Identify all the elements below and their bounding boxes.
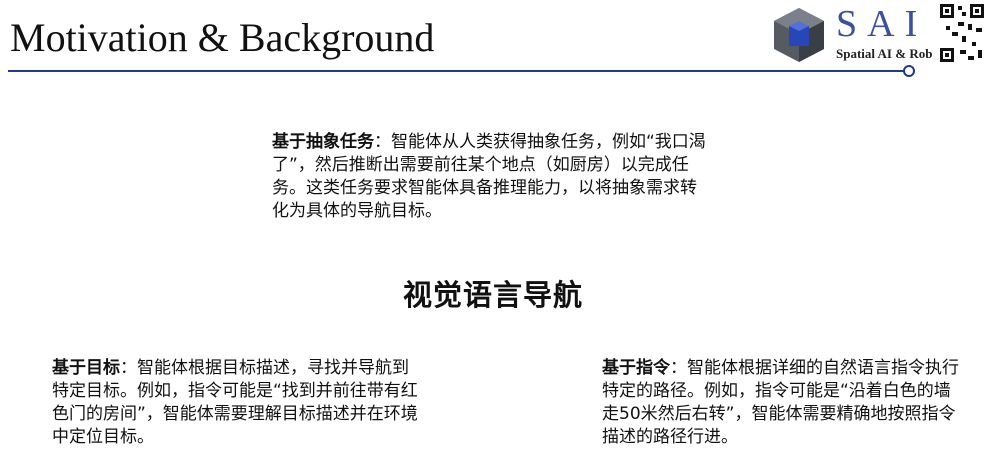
- logo-subtitle: Spatial AI & Rob: [836, 46, 933, 61]
- qr-code-icon: [938, 2, 986, 64]
- instruction-based-paragraph: 基于指令：智能体根据详细的自然语言指令执行特定的路径。例如，指令可能是“沿着白色…: [602, 357, 966, 449]
- instruction-based-label: 基于指令: [602, 358, 670, 378]
- logo-cube-icon: [774, 8, 824, 62]
- goal-based-label: 基于目标: [52, 358, 120, 378]
- slide-title: Motivation & Background: [10, 15, 435, 60]
- goal-based-paragraph: 基于目标：智能体根据目标描述，寻找并导航到特定目标。例如，指令可能是“找到并前往…: [52, 357, 420, 449]
- abstract-task-paragraph: 基于抽象任务：智能体从人类获得抽象任务，例如“我口渴了”，然后推断出需要前往某个…: [272, 131, 712, 223]
- section-heading: 视觉语言导航: [402, 278, 583, 312]
- abstract-task-label: 基于抽象任务: [272, 132, 374, 152]
- title-underline: [8, 70, 906, 72]
- underline-end-dot: [903, 65, 915, 77]
- logo-letters: SAI: [836, 3, 928, 45]
